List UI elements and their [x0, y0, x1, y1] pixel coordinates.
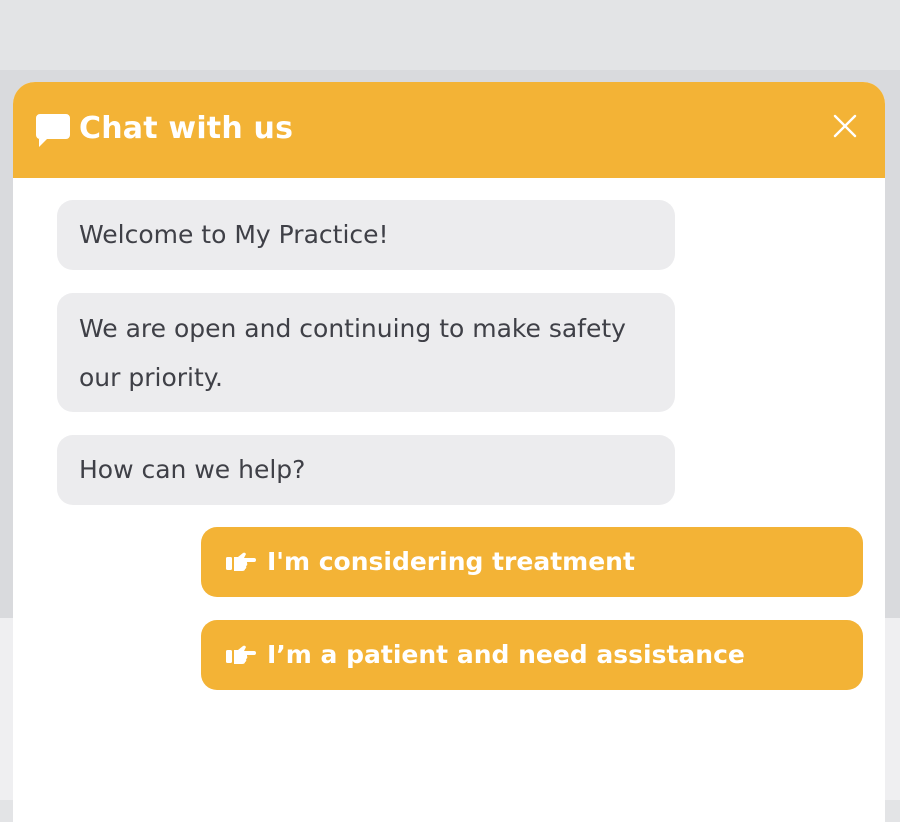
option-label: I'm considering treatment — [267, 547, 635, 576]
chat-message: We are open and continuing to make safet… — [57, 293, 675, 412]
chat-message: How can we help? — [57, 435, 675, 505]
option-patient-assistance-button[interactable]: I’m a patient and need assistance — [201, 620, 863, 690]
chat-message: Welcome to My Practice! — [57, 200, 675, 270]
close-icon[interactable] — [831, 112, 859, 140]
pointing-hand-icon — [226, 552, 256, 571]
page-background-top — [0, 0, 900, 70]
chat-bubble-icon — [36, 114, 70, 147]
chat-window: Chat with us Welcome to My Practice! We … — [13, 82, 885, 822]
chat-title: Chat with us — [79, 111, 294, 146]
chat-header: Chat with us — [13, 82, 885, 178]
pointing-hand-icon — [226, 645, 256, 664]
option-label: I’m a patient and need assistance — [267, 640, 745, 669]
option-considering-treatment-button[interactable]: I'm considering treatment — [201, 527, 863, 597]
